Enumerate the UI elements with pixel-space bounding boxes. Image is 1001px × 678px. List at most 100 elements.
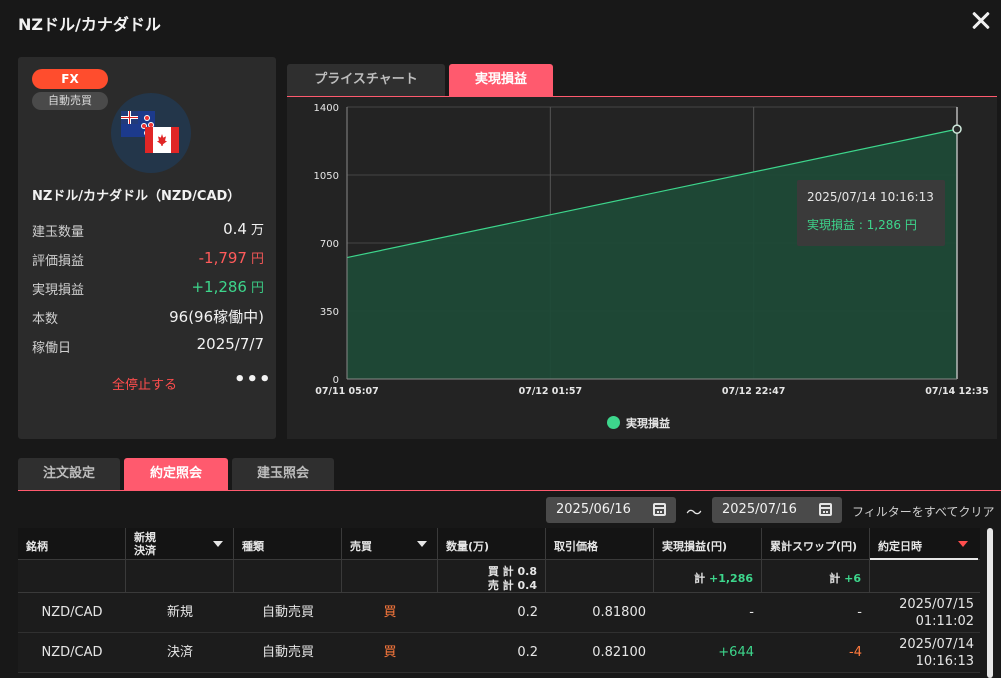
- pnl-total: 計 +1,286: [694, 572, 753, 585]
- summary-value: 96(96稼働中): [169, 308, 264, 326]
- execution-table: 銘柄 新規 決済 種類 売買 数量(万) 取引価格 実現損益(円) 累計スワップ(…: [18, 528, 980, 673]
- cell-pnl: +644: [718, 645, 754, 660]
- sell-total: 売 計 0.4: [487, 579, 537, 592]
- scrollbar-thumb[interactable]: [987, 528, 993, 678]
- window-header: NZドル/カナダドル: [0, 0, 1001, 44]
- table-scrollbar[interactable]: [986, 528, 994, 678]
- sort-desc-icon[interactable]: [958, 541, 968, 547]
- summary-row-item: 実現損益 +1,286 円: [32, 275, 264, 304]
- date-range-separator: 〜: [686, 503, 703, 522]
- x-tick-label: 07/12 01:57: [519, 386, 582, 397]
- table-body: NZD/CAD 新規 自動売買買 0.2 0.81800- -2025/07/15 01:1…: [18, 593, 980, 673]
- col-qty[interactable]: 数量(万): [438, 528, 546, 560]
- table-row[interactable]: NZD/CAD 新規 自動売買 買 0.2 0.81800 - - 2025/07/15 01:1…: [18, 593, 980, 633]
- cell-side: 買: [383, 645, 397, 660]
- tab-execution-history[interactable]: 約定照会: [124, 458, 228, 490]
- cell-type: 自動売買: [261, 605, 314, 620]
- cell-qty: 0.2: [517, 605, 538, 620]
- legend-dot-icon: [607, 416, 620, 429]
- summary-label: 本数: [32, 312, 59, 327]
- summary-value: +1,286 円: [191, 278, 264, 296]
- cell-swap: -: [857, 605, 862, 620]
- date-to-picker[interactable]: 2025/07/16: [712, 497, 842, 523]
- cell-swap: -4: [849, 645, 862, 660]
- x-tick-label: 07/11 05:07: [315, 386, 378, 397]
- cell-symbol: NZD/CAD: [41, 605, 103, 620]
- close-icon[interactable]: [967, 6, 995, 34]
- filter-dropdown-icon[interactable]: [417, 541, 427, 547]
- cell-qty: 0.2: [517, 645, 538, 660]
- x-tick-label: 07/14 12:35: [925, 386, 988, 397]
- fx-badge: FX: [32, 69, 108, 89]
- summary-label: 実現損益: [32, 283, 85, 298]
- tab-order-settings[interactable]: 注文設定: [18, 458, 120, 490]
- cell-kind: 新規: [166, 605, 193, 620]
- pnl-chart-panel: 0 350 700 1050 1400 07/11 05:07 07/12 01:57 07/…: [287, 97, 997, 439]
- calendar-icon[interactable]: [819, 503, 832, 516]
- cell-pnl: -: [749, 605, 754, 620]
- calendar-icon[interactable]: [653, 503, 666, 516]
- summary-value: -1,797 円: [198, 249, 264, 267]
- summary-rows: 建玉数量 0.4 万評価損益 -1,797 円実現損益 +1,286 円本数 96(96稼働中…: [32, 217, 264, 362]
- y-tick-label: 1050: [314, 171, 339, 182]
- col-side[interactable]: 売買: [342, 528, 438, 560]
- cell-price: 0.81800: [592, 605, 646, 620]
- tab-price-chart[interactable]: プライスチャート: [287, 64, 445, 96]
- cell-exec-time: 2025/07/14 10:16:13: [899, 637, 974, 669]
- summary-row-item: 稼働日 2025/7/7: [32, 333, 264, 362]
- table-header: 銘柄 新規 決済 種類 売買 数量(万) 取引価格 実現損益(円) 累計スワップ(…: [18, 528, 980, 560]
- col-swap[interactable]: 累計スワップ(円): [762, 528, 870, 560]
- col-exec-time[interactable]: 約定日時: [870, 528, 978, 560]
- pair-name: NZドル/カナダドル（NZD/CAD）: [32, 189, 241, 204]
- cell-kind: 決済: [166, 645, 193, 660]
- currency-flags-icon: [111, 93, 191, 173]
- hover-point: [952, 124, 962, 134]
- col-symbol[interactable]: 銘柄: [18, 528, 126, 560]
- summary-label: 建玉数量: [32, 225, 85, 240]
- tooltip-time: 2025/07/14 10:16:13: [807, 190, 934, 204]
- col-pnl[interactable]: 実現損益(円): [654, 528, 762, 560]
- summary-value: 2025/7/7: [196, 335, 264, 353]
- summary-row-item: 本数 96(96稼働中): [32, 304, 264, 333]
- filter-dropdown-icon[interactable]: [213, 541, 223, 547]
- pnl-chart: 0 350 700 1050 1400 07/11 05:07 07/12 01:57 07/…: [314, 103, 989, 397]
- y-tick-label: 0: [333, 375, 339, 386]
- summary-row: 買 計 0.8 売 計 0.4 計 +1,286 計 +6: [18, 560, 980, 593]
- clear-filters-button[interactable]: フィルターをすべてクリア: [852, 503, 994, 520]
- y-tick-label: 350: [320, 307, 339, 318]
- tooltip-value: 実現損益 : 1,286 円: [807, 218, 917, 232]
- col-new-close[interactable]: 新規 決済: [126, 528, 234, 560]
- ca-flag-icon: [145, 127, 179, 153]
- col-type[interactable]: 種類: [234, 528, 342, 560]
- filter-row: 2025/06/16 〜 2025/07/16 フィルターをすべてクリア: [0, 497, 1001, 525]
- date-from-picker[interactable]: 2025/06/16: [546, 497, 676, 523]
- cell-side: 買: [383, 605, 397, 620]
- tab-positions[interactable]: 建玉照会: [232, 458, 334, 490]
- cell-price: 0.82100: [592, 645, 646, 660]
- auto-trade-badge: 自動売買: [32, 92, 108, 110]
- stop-all-button[interactable]: 全停止する: [112, 374, 177, 393]
- y-tick-label: 1400: [314, 103, 339, 114]
- date-from-value: 2025/06/16: [556, 502, 631, 517]
- chart-tooltip: 2025/07/14 10:16:13 実現損益 : 1,286 円: [797, 180, 945, 246]
- swap-total: 計 +6: [829, 572, 861, 585]
- summary-row-item: 建玉数量 0.4 万: [32, 217, 264, 246]
- x-tick-label: 07/12 22:47: [722, 386, 785, 397]
- summary-label: 評価損益: [32, 254, 85, 269]
- cell-exec-time: 2025/07/15 01:11:02: [899, 597, 974, 629]
- summary-row-item: 評価損益 -1,797 円: [32, 246, 264, 275]
- col-price[interactable]: 取引価格: [546, 528, 654, 560]
- summary-value: 0.4 万: [223, 220, 264, 238]
- cell-symbol: NZD/CAD: [41, 645, 103, 660]
- area-fill: [347, 129, 957, 379]
- table-row[interactable]: NZD/CAD 決済 自動売買 買 0.2 0.82100 +644 -4 2025/07/14…: [18, 633, 980, 673]
- legend-label: 実現損益: [626, 417, 670, 430]
- more-options-icon[interactable]: •••: [234, 369, 272, 390]
- date-to-value: 2025/07/16: [722, 502, 797, 517]
- window-title: NZドル/カナダドル: [18, 15, 161, 34]
- tab-realized-pnl[interactable]: 実現損益: [449, 64, 553, 96]
- chart-legend[interactable]: 実現損益: [607, 415, 670, 431]
- cell-type: 自動売買: [261, 645, 314, 660]
- y-tick-label: 700: [320, 239, 339, 250]
- pair-summary-card: FX 自動売買 NZドル/カナダドル（NZD/CAD） 建玉数量 0.4 万評価損益…: [18, 57, 276, 439]
